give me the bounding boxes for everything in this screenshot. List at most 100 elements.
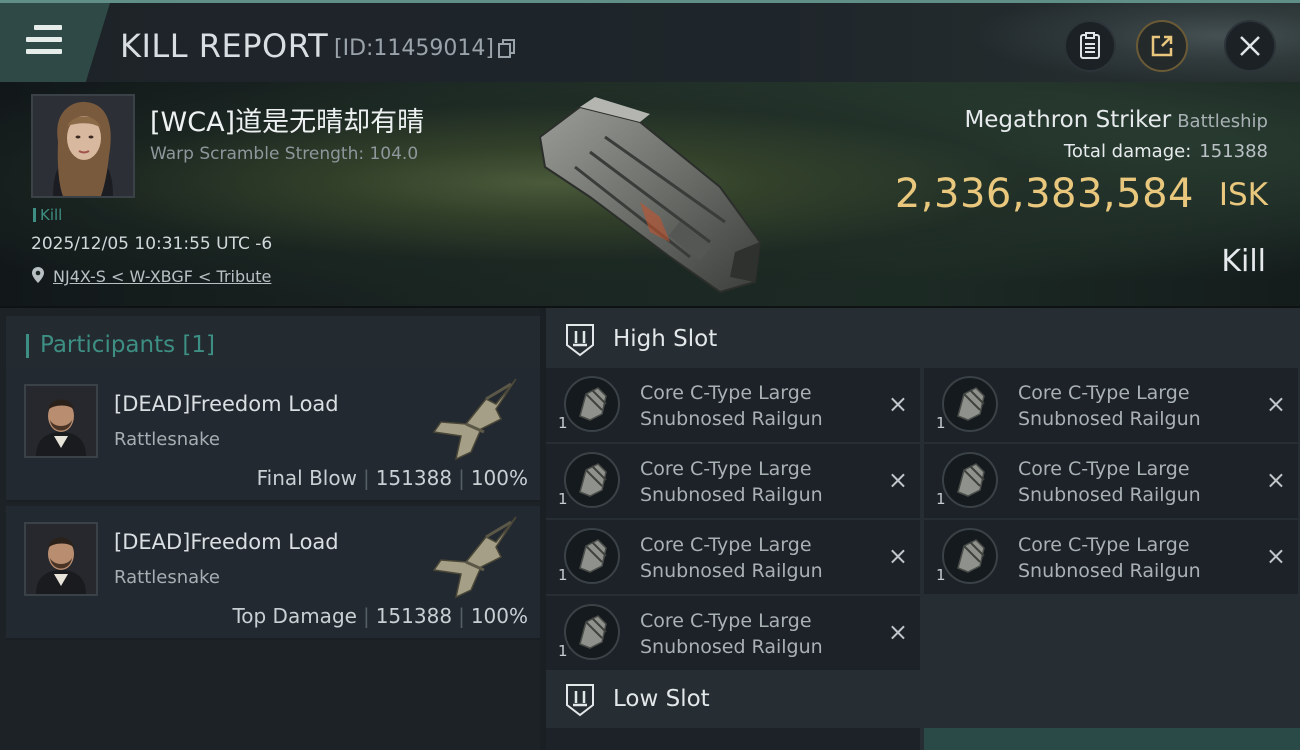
module-item[interactable]: 1 Core C-Type Large Snubnosed Railgun × <box>546 520 920 594</box>
kill-result: Kill <box>1221 244 1266 279</box>
share-icon <box>1151 35 1173 57</box>
module-name-line: Snubnosed Railgun <box>640 560 823 582</box>
high-slot-title: High Slot <box>613 326 718 352</box>
module-name-line: Snubnosed Railgun <box>640 408 823 430</box>
module-name-line: Snubnosed Railgun <box>1018 560 1201 582</box>
victim-avatar[interactable] <box>31 94 135 198</box>
participants-count: [1] <box>182 332 216 358</box>
total-damage-value: 151388 <box>1199 141 1268 162</box>
menu-icon <box>26 25 62 55</box>
railgun-icon <box>564 452 620 508</box>
module-item[interactable]: 1 Core C-Type Large Snubnosed Railgun × <box>924 520 1298 594</box>
victim-ship-image[interactable] <box>520 92 780 302</box>
participant-percent: 100% <box>470 604 528 628</box>
railgun-icon <box>564 604 620 660</box>
participants-title: Participants [1] <box>40 332 215 358</box>
participant-stats: Top Damage | 151388 | 100% <box>232 604 528 628</box>
accent-bar <box>26 334 29 358</box>
victim-name[interactable]: [WCA]道是无晴却有晴 <box>150 100 424 139</box>
participants-panel: Participants [1] [DEAD]Freedom Load Ratt… <box>0 308 540 750</box>
participant-portrait-image <box>26 386 96 456</box>
participant-damage: 151388 <box>375 604 453 628</box>
header-bar: KILL REPORT [ID:11459014] <box>0 0 1300 85</box>
participant-percent: 100% <box>470 466 528 490</box>
module-name: Core C-Type Large Snubnosed Railgun <box>640 532 870 584</box>
low-slot-module-partial[interactable] <box>546 728 920 750</box>
railgun-icon <box>564 376 620 432</box>
module-name-line: Core C-Type Large <box>640 610 812 632</box>
participant-row[interactable]: [DEAD]Freedom Load Rattlesnake Top Damag… <box>6 506 540 640</box>
module-item[interactable]: 1 Core C-Type Large Snubnosed Railgun × <box>546 596 920 670</box>
module-quantity: 1 <box>936 490 946 508</box>
participant-ship-image <box>432 516 517 599</box>
module-name: Core C-Type Large Snubnosed Railgun <box>640 380 870 432</box>
fitting-panel: High Slot 1 Core C-Type Large Snubnosed Ra… <box>546 308 1300 750</box>
destroyed-icon: × <box>887 466 908 494</box>
module-name: Core C-Type Large Snubnosed Railgun <box>640 608 870 660</box>
railgun-icon <box>942 452 998 508</box>
low-slot-header: Low Slot <box>546 668 1300 728</box>
module-item[interactable]: 1 Core C-Type Large Snubnosed Railgun × <box>924 368 1298 442</box>
destroyed-icon: × <box>887 542 908 570</box>
module-name: Core C-Type Large Snubnosed Railgun <box>1018 456 1248 508</box>
participant-name[interactable]: [DEAD]Freedom Load <box>114 530 339 554</box>
module-item[interactable]: 1 Core C-Type Large Snubnosed Railgun × <box>546 444 920 518</box>
victim-ship: Megathron Striker Battleship <box>964 107 1268 133</box>
module-name-line: Core C-Type Large <box>1018 458 1190 480</box>
participant-avatar[interactable] <box>24 384 98 458</box>
railgun-icon <box>564 528 620 584</box>
module-quantity: 1 <box>558 566 568 584</box>
destroyed-icon: × <box>1265 390 1286 418</box>
module-item[interactable]: 1 Core C-Type Large Snubnosed Railgun × <box>546 368 920 442</box>
module-quantity: 1 <box>558 490 568 508</box>
clipboard-icon <box>1080 32 1100 59</box>
menu-button[interactable] <box>0 3 110 82</box>
participant-ship: Rattlesnake <box>114 567 221 588</box>
module-name: Core C-Type Large Snubnosed Railgun <box>1018 532 1248 584</box>
low-slot-module-partial[interactable] <box>924 728 1300 750</box>
participant-ship: Rattlesnake <box>114 429 221 450</box>
module-name-line: Core C-Type Large <box>1018 382 1190 404</box>
destroyed-icon: × <box>1265 466 1286 494</box>
isk-value: 2,336,383,584 <box>894 171 1194 217</box>
participant-name[interactable]: [DEAD]Freedom Load <box>114 392 339 416</box>
clipboard-button[interactable] <box>1064 20 1116 72</box>
module-name-line: Core C-Type Large <box>1018 534 1190 556</box>
kill-timestamp: 2025/12/05 10:31:55 UTC -6 <box>31 234 273 254</box>
low-slot-icon <box>566 684 594 717</box>
participant-stats: Final Blow | 151388 | 100% <box>256 466 528 490</box>
module-quantity: 1 <box>558 414 568 432</box>
participants-label: Participants <box>40 332 176 358</box>
report-id: [ID:11459014] <box>334 36 494 61</box>
high-slot-icon <box>566 324 594 357</box>
participant-avatar[interactable] <box>24 522 98 596</box>
share-button[interactable] <box>1136 20 1188 72</box>
module-name-line: Snubnosed Railgun <box>640 484 823 506</box>
module-name-line: Core C-Type Large <box>640 458 812 480</box>
kill-location-link[interactable]: NJ4X-S < W-XBGF < Tribute <box>53 267 271 286</box>
location-pin-icon <box>32 267 44 283</box>
module-name-line: Snubnosed Railgun <box>1018 408 1201 430</box>
participant-row[interactable]: [DEAD]Freedom Load Rattlesnake Final Blo… <box>6 368 540 502</box>
total-damage-label: Total damage: <box>1063 141 1192 162</box>
kill-tag: Kill <box>33 206 62 224</box>
module-name: Core C-Type Large Snubnosed Railgun <box>1018 380 1248 432</box>
close-icon <box>1240 36 1260 56</box>
destroyed-icon: × <box>1265 542 1286 570</box>
destroyed-icon: × <box>887 618 908 646</box>
warp-scramble-strength: Warp Scramble Strength: 104.0 <box>150 144 419 164</box>
copy-icon[interactable] <box>498 39 516 59</box>
participant-portrait-image <box>26 524 96 594</box>
victim-portrait-image <box>33 96 133 196</box>
low-slot-title: Low Slot <box>613 686 710 712</box>
railgun-icon <box>942 528 998 584</box>
victim-ship-name[interactable]: Megathron Striker <box>964 107 1171 133</box>
module-name-line: Snubnosed Railgun <box>1018 484 1201 506</box>
participants-header: Participants [1] <box>6 316 540 368</box>
close-button[interactable] <box>1224 20 1276 72</box>
module-name: Core C-Type Large Snubnosed Railgun <box>640 456 870 508</box>
module-name-line: Core C-Type Large <box>640 382 812 404</box>
kill-tag-label: Kill <box>40 206 63 224</box>
module-quantity: 1 <box>936 566 946 584</box>
module-item[interactable]: 1 Core C-Type Large Snubnosed Railgun × <box>924 444 1298 518</box>
